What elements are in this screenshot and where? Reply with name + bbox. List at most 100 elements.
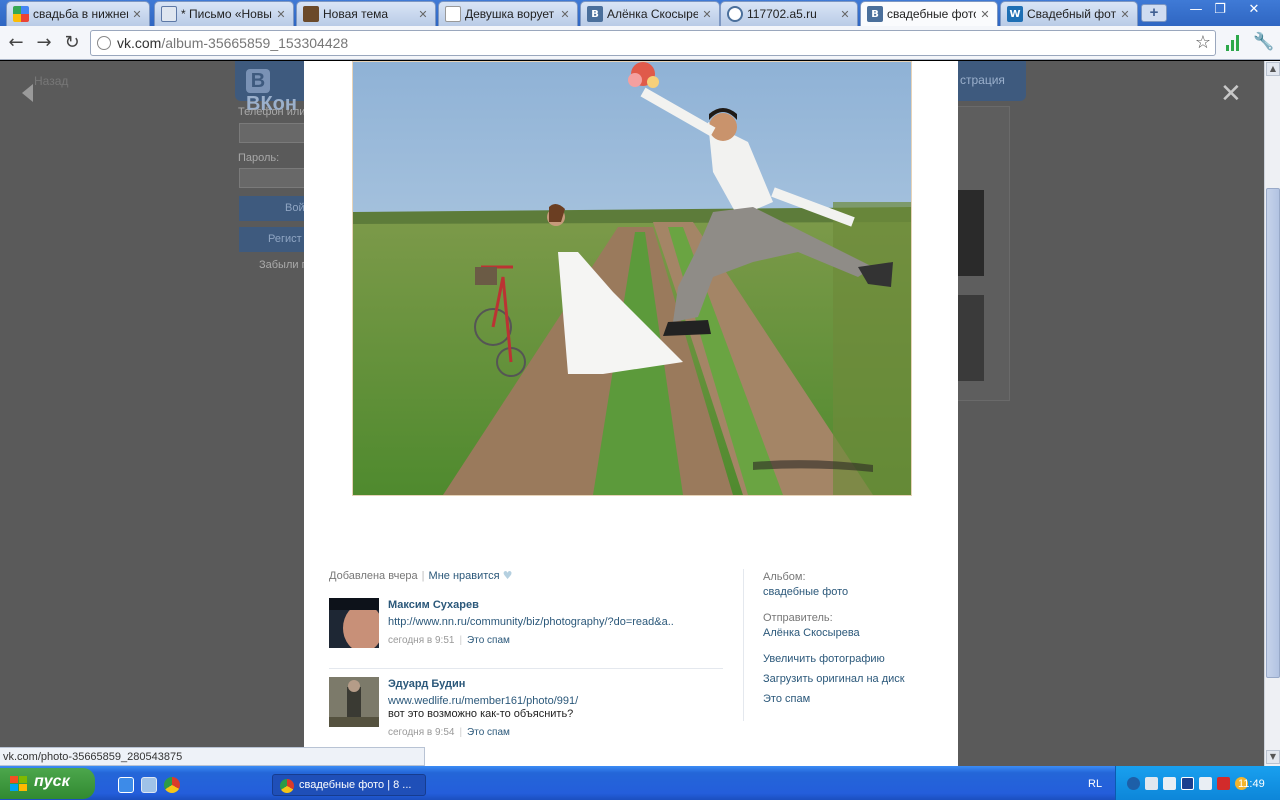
sender-link[interactable]: Алёнка Скосырева [763,627,943,639]
registration-link[interactable]: страция [960,73,1005,87]
page-scrollbar[interactable]: ▲ ▼ [1264,61,1280,766]
url-path: /album-35665859_153304428 [161,35,349,51]
start-button[interactable]: пуск [0,768,95,799]
separator: | [459,727,463,738]
url-host: vk.com [117,35,162,51]
tab-0[interactable]: свадьба в нижнем ✕ [6,1,150,26]
tab-title: свадьба в нижнем [33,7,128,21]
antivirus-icon[interactable] [1217,777,1230,790]
comment-link[interactable]: www.wedlife.ru/member161/photo/991/ [388,695,723,707]
taskbar-item-chrome[interactable]: свадебные фото | 8 ... [272,774,426,796]
tab-title: Новая тема [323,7,389,21]
album-label: Альбом: [763,571,806,583]
photo-info-panel: Альбом: свадебные фото Отправитель: Алён… [763,571,943,713]
bookmark-star-icon[interactable]: ☆ [1195,32,1211,53]
close-icon[interactable]: ✕ [559,8,571,21]
password-label: Пароль: [238,152,280,164]
tab-2[interactable]: Новая тема ✕ [296,1,436,26]
phone-input[interactable] [239,123,305,143]
tab-4[interactable]: В Алёнка Скосырева ✕ [580,1,720,26]
close-icon[interactable]: ✕ [417,8,429,21]
comment-item: Максим Сухарев http://www.nn.ru/communit… [329,598,723,668]
show-desktop-icon[interactable] [141,777,157,793]
like-link[interactable]: Мне нравится [429,570,500,582]
enlarge-photo-link[interactable]: Увеличить фотографию [763,653,943,665]
address-bar[interactable]: vk.com/album-35665859_153304428 ☆ [90,30,1216,56]
comment-text: вот это возможно как-то объяснить? [388,708,574,720]
close-icon[interactable]: ✕ [275,8,287,21]
forgot-password-link[interactable]: Забыли г [259,259,306,271]
tab-6-active[interactable]: В свадебные фото | ✕ [860,1,998,26]
close-icon[interactable]: ✕ [131,8,143,21]
tab-title: Девушка ворует ф [465,7,556,21]
avatar[interactable] [329,598,379,648]
status-url: vk.com/photo-35665859_280543875 [0,747,425,766]
avatar[interactable] [329,677,379,727]
tab-title: * Письмо «Новый г [181,7,272,21]
tab-title: Алёнка Скосырева [607,7,698,21]
back-arrow-icon[interactable] [22,84,33,102]
vk-icon: В [587,6,603,22]
network-icon[interactable] [1127,777,1140,790]
back-icon[interactable]: ← [4,31,28,55]
comment-item: Эдуард Будин www.wedlife.ru/member161/ph… [329,668,723,738]
close-viewer-icon[interactable]: ✕ [1220,81,1242,107]
comment-footer: сегодня в 9:51 | Это спам [388,635,723,646]
added-date: Добавлена вчера [329,570,418,582]
globe-icon [727,6,743,22]
chrome-icon[interactable] [164,777,180,793]
restore-icon[interactable]: ❐ [1208,1,1232,19]
tab-5[interactable]: 117702.a5.ru ✕ [720,1,858,26]
vk-logo: ВВКон [246,69,298,115]
close-icon[interactable]: ✕ [701,8,713,21]
close-icon[interactable]: ✕ [1119,8,1131,21]
album-link[interactable]: свадебные фото [763,586,943,598]
photo-image [353,62,911,495]
globe-icon [97,36,111,50]
browser-tab-strip: свадьба в нижнем ✕ * Письмо «Новый г ✕ Н… [0,0,1280,26]
reload-icon[interactable]: ↻ [60,31,84,55]
display-icon[interactable] [1145,777,1158,790]
comment-body: Максим Сухарев http://www.nn.ru/communit… [388,599,723,646]
download-original-link[interactable]: Загрузить оригинал на диск [763,673,943,685]
spam-link[interactable]: Это спам [467,727,510,738]
window-close-icon[interactable]: ✕ [1242,1,1266,19]
wrench-icon[interactable]: 🔧 [1253,32,1274,52]
tab-title: 117702.a5.ru [747,7,817,21]
browser-toolbar: ← → ↻ vk.com/album-35665859_153304428 ☆ … [0,26,1280,60]
wedding-photo[interactable] [352,61,912,496]
scroll-up-icon[interactable]: ▲ [1266,62,1280,76]
password-input[interactable] [239,168,305,188]
login-button[interactable]: Вой [239,196,305,221]
language-indicator[interactable]: RL [1088,778,1102,790]
comment-body: Эдуард Будин www.wedlife.ru/member161/ph… [388,678,723,738]
comment-author[interactable]: Эдуард Будин [388,678,723,690]
url-text: vk.com/album-35665859_153304428 [117,35,348,51]
scroll-down-icon[interactable]: ▼ [1266,750,1280,764]
comment-link[interactable]: http://www.nn.ru/community/biz/photograp… [388,616,723,628]
ie-icon[interactable] [118,777,134,793]
spam-link[interactable]: Это спам [467,635,510,646]
heart-icon[interactable]: ♥ [503,569,513,582]
report-spam-link[interactable]: Это спам [763,693,943,705]
comment-author[interactable]: Максим Сухарев [388,599,723,611]
taskbar-item-label: свадебные фото | 8 ... [299,779,412,791]
volume-icon[interactable] [1163,777,1176,790]
close-icon[interactable]: ✕ [979,8,991,21]
register-button[interactable]: Регист [239,227,305,252]
close-icon[interactable]: ✕ [839,8,851,21]
forward-icon[interactable]: → [32,31,56,55]
back-label[interactable]: Назад [34,74,68,88]
scroll-thumb[interactable] [1266,188,1280,678]
safely-remove-icon[interactable] [1199,777,1212,790]
security-icon[interactable] [1181,777,1194,790]
tab-3[interactable]: Девушка ворует ф ✕ [438,1,578,26]
minimize-icon[interactable]: — [1184,1,1208,19]
new-tab-button[interactable]: + [1141,4,1167,22]
signal-bars-icon[interactable] [1226,35,1240,51]
tab-1[interactable]: * Письмо «Новый г ✕ [154,1,294,26]
avatar-image [329,598,379,648]
windows-flag-icon [10,776,27,791]
tab-7[interactable]: W Свадебный фотог ✕ [1000,1,1138,26]
wedlife-icon: W [1007,6,1023,22]
